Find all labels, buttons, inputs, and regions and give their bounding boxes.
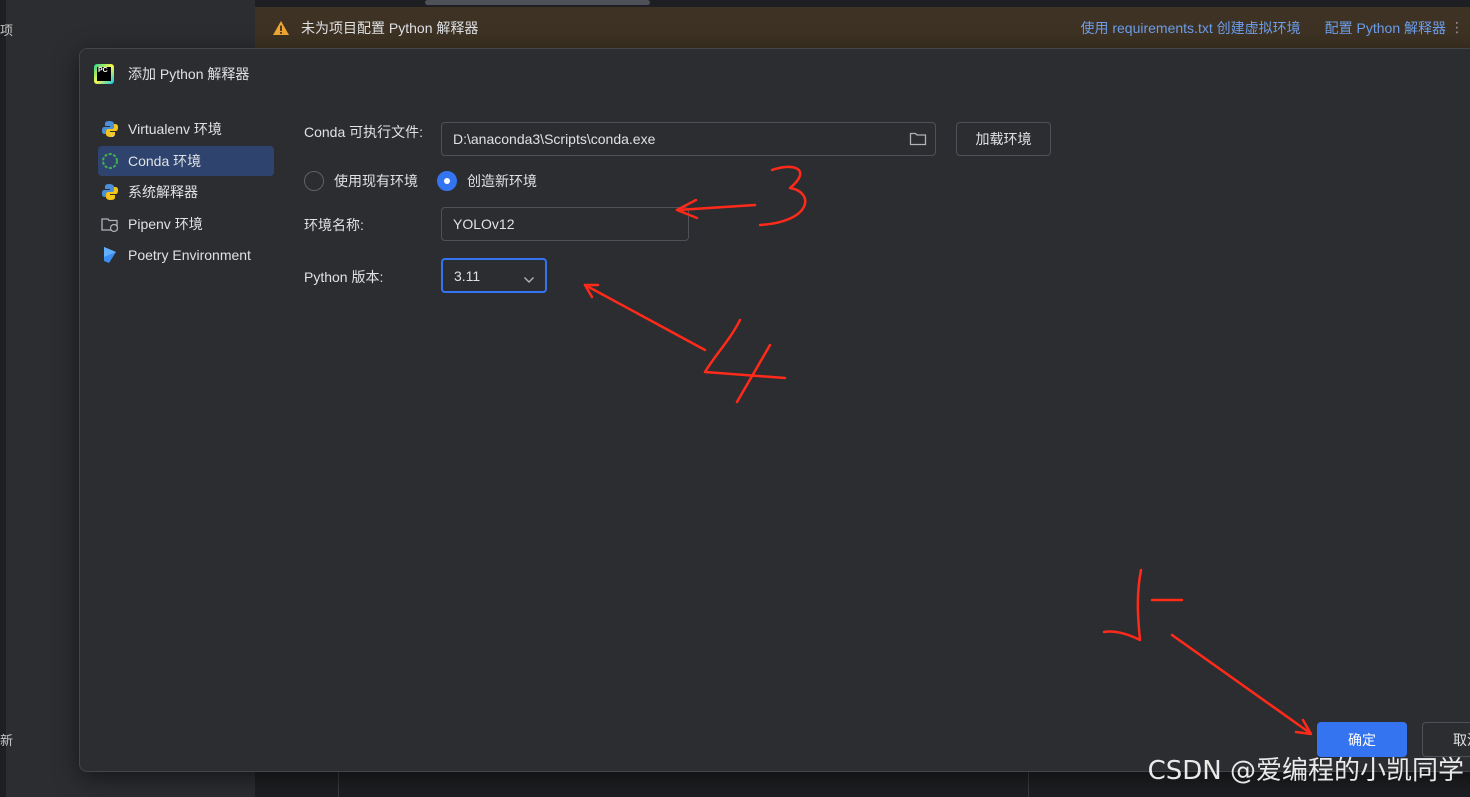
ide-left-glyph: 新 xyxy=(0,733,14,748)
ide-left-edge xyxy=(0,0,6,797)
configure-interpreter-link[interactable]: 配置 Python 解释器 xyxy=(1325,18,1446,38)
ide-bottom-divider xyxy=(1028,770,1029,797)
conda-path-field[interactable]: D:\anaconda3\Scripts\conda.exe xyxy=(441,122,936,156)
python-version-row: Python 版本: xyxy=(304,267,383,287)
folder-icon[interactable] xyxy=(909,131,927,150)
conda-executable-row: Conda 可执行文件: xyxy=(304,122,423,142)
env-name-row: 环境名称: xyxy=(304,215,364,235)
svg-text:v: v xyxy=(110,130,115,138)
radio-use-existing-label[interactable]: 使用现有环境 xyxy=(334,171,418,191)
virtualenv-icon: v xyxy=(100,119,120,139)
env-name-input[interactable]: YOLOv12 xyxy=(441,207,689,241)
sidebar-item-label: Pipenv 环境 xyxy=(128,215,203,232)
sidebar-item-label: Conda 环境 xyxy=(128,152,202,169)
ide-bottom-divider xyxy=(338,770,339,797)
ide-left-glyph: 项 xyxy=(0,23,14,38)
warning-icon xyxy=(271,18,291,38)
python-version-label: Python 版本: xyxy=(304,269,384,285)
csdn-watermark: CSDN @爱编程的小凯同学 xyxy=(1147,756,1464,786)
sidebar-item-label: Virtualenv 环境 xyxy=(128,121,222,137)
conda-path-value: D:\anaconda3\Scripts\conda.exe xyxy=(453,131,656,147)
sidebar-item-conda[interactable]: Conda 环境 xyxy=(98,145,274,176)
env-name-label: 环境名称: xyxy=(304,217,364,233)
more-options-icon[interactable]: ⋮ xyxy=(1450,19,1464,36)
ide-horizontal-scrollbar[interactable] xyxy=(425,0,650,5)
ide-bottom-divider xyxy=(242,770,254,797)
sidebar-item-system-interpreter[interactable]: 系统解释器 xyxy=(98,177,274,207)
dialog-title: 添加 Python 解释器 xyxy=(128,66,250,82)
environment-mode-radio-group: 使用现有环境 创造新环境 xyxy=(304,171,537,191)
sidebar-item-poetry[interactable]: Poetry Environment xyxy=(98,240,274,270)
env-name-value: YOLOv12 xyxy=(453,216,515,232)
warning-message: 未为项目配置 Python 解释器 xyxy=(301,20,479,36)
interpreter-warning-bar: 未为项目配置 Python 解释器 使用 requirements.txt 创建… xyxy=(255,7,1470,50)
radio-create-new-label[interactable]: 创造新环境 xyxy=(467,171,537,191)
radio-use-existing[interactable] xyxy=(304,171,324,191)
dialog-title-bar: PC 添加 Python 解释器 xyxy=(94,63,249,85)
interpreter-type-list: v Virtualenv 环境 Conda 环境 系统解释器 Pipenv 环境 xyxy=(98,114,274,272)
conda-icon xyxy=(100,151,120,171)
sidebar-item-label: 系统解释器 xyxy=(128,184,198,200)
add-python-interpreter-dialog: PC 添加 Python 解释器 v Virtualenv 环境 Conda 环… xyxy=(79,48,1470,772)
sidebar-item-virtualenv[interactable]: v Virtualenv 环境 xyxy=(98,114,274,144)
python-version-select[interactable]: 3.11 xyxy=(441,258,547,293)
radio-create-new[interactable] xyxy=(437,171,457,191)
pipenv-icon xyxy=(100,214,120,234)
load-environment-button[interactable]: 加载环境 xyxy=(956,122,1051,156)
sidebar-item-label: Poetry Environment xyxy=(128,247,251,263)
sidebar-item-pipenv[interactable]: Pipenv 环境 xyxy=(98,209,274,239)
python-version-value: 3.11 xyxy=(454,267,481,284)
create-venv-from-requirements-link[interactable]: 使用 requirements.txt 创建虚拟环境 xyxy=(1080,18,1300,38)
conda-executable-label: Conda 可执行文件: xyxy=(304,124,424,140)
chevron-down-icon xyxy=(523,271,535,287)
python-icon xyxy=(100,182,120,202)
poetry-icon xyxy=(100,245,120,265)
pycharm-logo-icon: PC xyxy=(94,64,114,84)
